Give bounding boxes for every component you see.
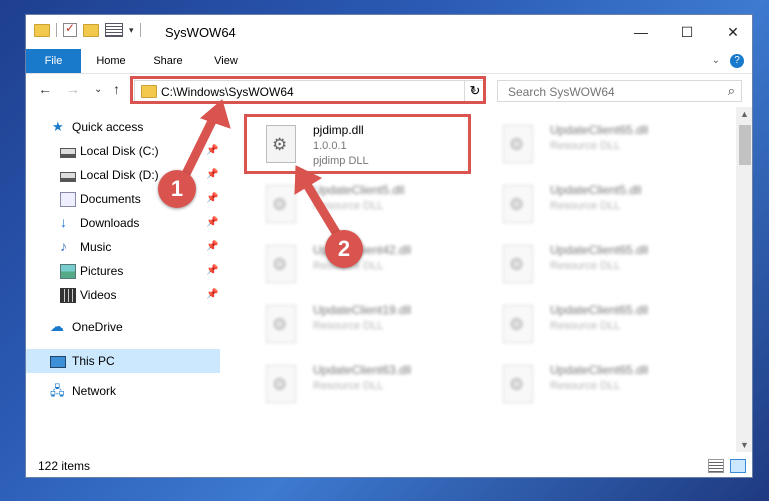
- step-badge-2: 2: [325, 230, 363, 268]
- arrow-2-shaft: [299, 175, 342, 239]
- arrow-1-shaft: [178, 111, 221, 182]
- step-badge-1: 1: [158, 170, 196, 208]
- annotation-arrows: [178, 99, 342, 239]
